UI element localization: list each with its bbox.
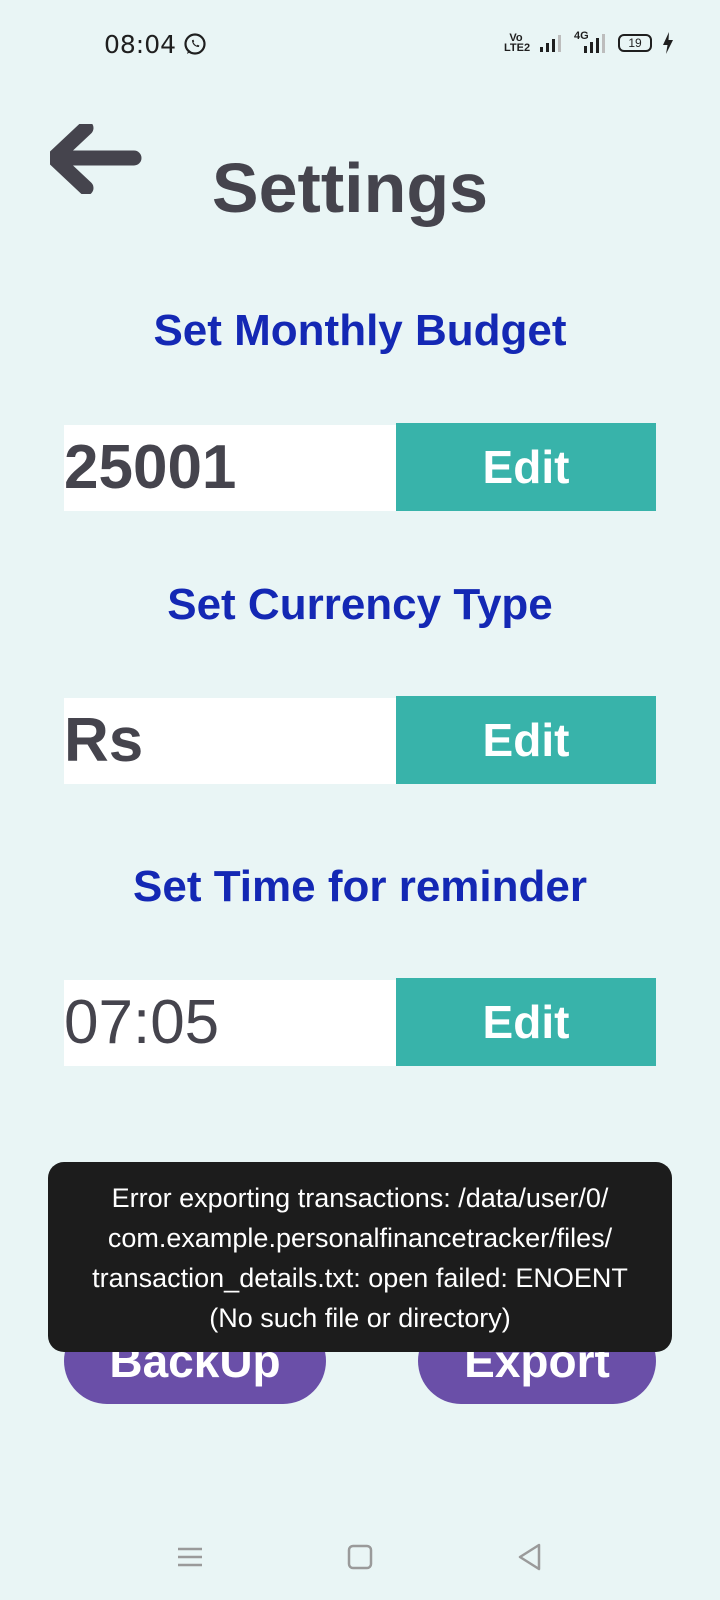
edit-budget-button[interactable]: Edit: [396, 423, 656, 511]
page-title: Settings: [211, 149, 489, 227]
toast-line-4: (No such file or directory): [209, 1303, 511, 1333]
status-icons: Vo LTE2 4G 19: [504, 30, 674, 54]
reminder-label: Set Time for reminder: [133, 862, 587, 911]
navigation-bar: [0, 1520, 720, 1600]
whatsapp-icon: [184, 33, 206, 55]
battery-level: 19: [628, 36, 642, 50]
currency-value-field[interactable]: Rs: [64, 698, 396, 784]
battery-icon: 19: [618, 34, 652, 52]
toast-line-1: Error exporting transactions: /data/user…: [111, 1183, 609, 1213]
currency-row: Rs Edit: [64, 696, 656, 784]
edit-currency-button[interactable]: Edit: [396, 696, 656, 784]
home-icon[interactable]: [345, 1542, 375, 1572]
reminder-row: 07:05 Edit: [64, 978, 656, 1066]
reminder-time-field[interactable]: 07:05: [64, 980, 396, 1066]
charging-icon: [663, 32, 673, 54]
4g-signal-icon: 4G: [572, 30, 608, 54]
menu-icon[interactable]: [175, 1542, 205, 1572]
edit-reminder-button[interactable]: Edit: [396, 978, 656, 1066]
budget-label: Set Monthly Budget: [153, 306, 567, 355]
volte-indicator: Vo LTE2: [504, 32, 531, 54]
toast-line-3: transaction_details.txt: open failed: EN…: [92, 1263, 628, 1293]
toast-line-2: com.example.personalfinancetracker/files…: [107, 1223, 613, 1253]
error-toast: Error exporting transactions: /data/user…: [48, 1162, 672, 1352]
budget-value-field[interactable]: 25001: [64, 425, 396, 511]
back-icon[interactable]: [515, 1542, 545, 1572]
budget-row: 25001 Edit: [64, 423, 656, 511]
currency-label: Set Currency Type: [167, 580, 553, 629]
status-bar: 08:04 Vo LTE2 4G 19: [0, 0, 720, 90]
status-time: 08:04: [104, 30, 177, 59]
signal-icon: [540, 35, 561, 52]
